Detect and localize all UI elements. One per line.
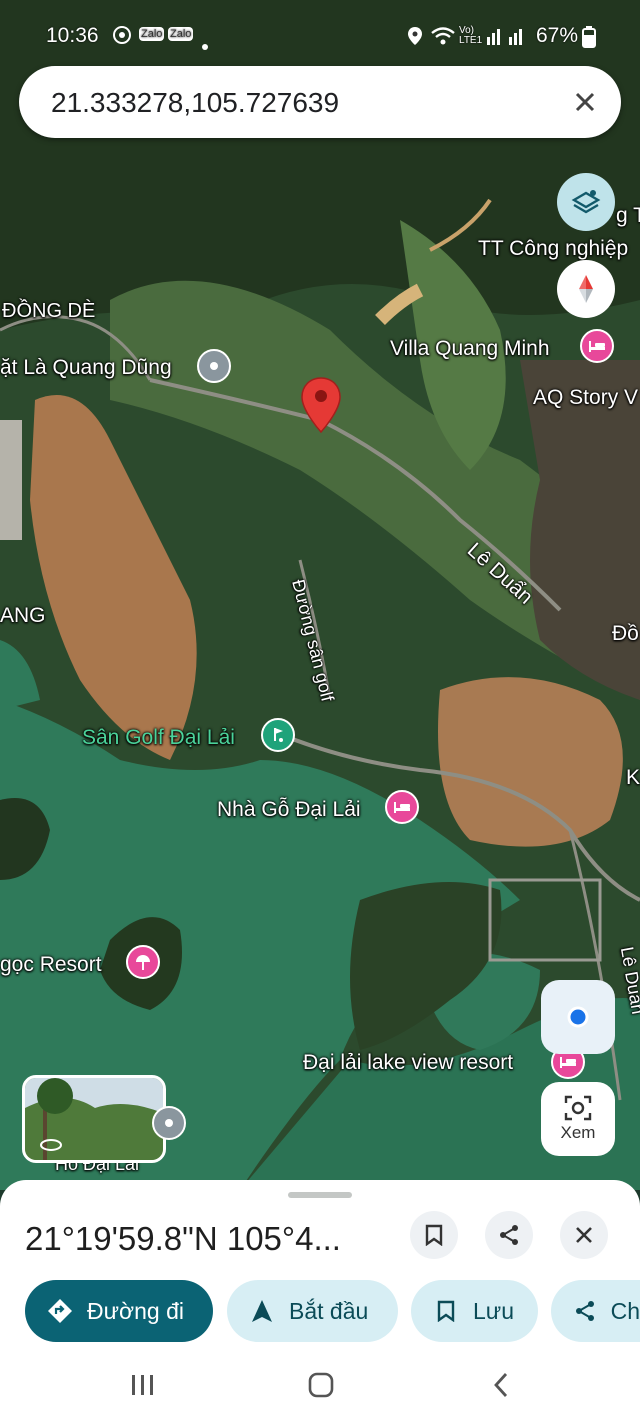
my-location-icon <box>567 1006 589 1028</box>
beach-umbrella-icon[interactable] <box>126 945 160 979</box>
compass-button[interactable] <box>557 260 615 318</box>
map-label-lake-view: Đại lải lake view resort <box>303 1051 514 1074</box>
share-icon <box>573 1298 597 1324</box>
zalo-icon: Zalo <box>139 27 165 41</box>
map-label-ang: ANG <box>0 604 46 627</box>
location-icon <box>407 26 423 52</box>
save-label: Lưu <box>473 1297 514 1324</box>
map-label-do-edge: Đồ <box>612 622 639 645</box>
battery-percent: 67% <box>536 24 579 47</box>
dot-icon <box>202 32 208 56</box>
start-label: Bắt đầu <box>289 1297 369 1324</box>
compass-icon <box>579 275 593 303</box>
recents-icon[interactable] <box>130 1373 156 1402</box>
save-icon-button[interactable] <box>410 1211 458 1259</box>
share-button[interactable]: Ch <box>551 1280 640 1342</box>
directions-label: Đường đi <box>87 1297 184 1324</box>
search-input[interactable] <box>49 80 553 126</box>
hotel-icon[interactable] <box>580 329 614 363</box>
map-label-g-ty: g Ty <box>616 204 640 227</box>
save-button[interactable]: Lưu <box>411 1280 538 1342</box>
map-label-dong-de: ĐỒNG DÈ <box>2 300 96 322</box>
map-label-aq-story: AQ Story V <box>533 386 639 409</box>
street-view-pin-icon <box>152 1106 186 1140</box>
status-bar: 10:36 Zalo Zalo Vo) LTE1 67% <box>0 0 640 70</box>
map-label-nha-go: Nhà Gỗ Đại Lải <box>217 798 361 821</box>
drag-handle[interactable] <box>288 1192 352 1198</box>
poi-pin-icon[interactable] <box>197 349 231 383</box>
home-icon[interactable] <box>308 1372 334 1403</box>
map-label-san-golf: Sân Golf Đại Lải <box>82 726 235 749</box>
map-label-ngoc-resort: gọc Resort <box>0 953 102 976</box>
close-sheet-button[interactable] <box>560 1211 608 1259</box>
my-location-button[interactable] <box>541 980 615 1054</box>
search-bar[interactable] <box>19 66 621 138</box>
share-icon <box>500 1225 518 1245</box>
map-label-villa-quang-minh: Villa Quang Minh <box>390 337 550 360</box>
dropped-pin-icon[interactable] <box>300 376 342 434</box>
close-icon <box>576 1227 592 1243</box>
chrome-icon <box>113 26 131 50</box>
view-button[interactable]: Xem <box>541 1082 615 1156</box>
close-icon[interactable] <box>563 80 607 124</box>
status-time: 10:36 <box>46 24 99 47</box>
coordinates-title: 21°19'59.8"N 105°4... <box>25 1220 341 1257</box>
layers-icon <box>571 190 601 214</box>
share-label: Ch <box>610 1297 640 1324</box>
start-button[interactable]: Bắt đầu <box>227 1280 398 1342</box>
hotel-icon[interactable] <box>385 790 419 824</box>
zalo-icon: Zalo <box>168 27 194 41</box>
bookmark-icon <box>433 1298 459 1324</box>
directions-icon <box>47 1298 73 1324</box>
wifi-icon <box>431 27 455 51</box>
lens-icon <box>564 1095 592 1121</box>
map-label-tt-cong-nghiep: TT Công nghiệp <box>478 237 629 260</box>
network-label: Vo) LTE1 <box>459 25 483 46</box>
signal-icon <box>487 27 531 51</box>
directions-button[interactable]: Đường đi <box>25 1280 213 1342</box>
layers-button[interactable] <box>557 173 615 231</box>
battery-icon <box>582 26 596 54</box>
share-icon-button[interactable] <box>485 1211 533 1259</box>
rotate-360-icon <box>39 1136 63 1157</box>
back-icon[interactable] <box>492 1372 510 1403</box>
golf-icon[interactable] <box>261 718 295 752</box>
view-label: Xem <box>560 1123 596 1142</box>
navigation-icon <box>249 1298 275 1324</box>
bookmark-icon <box>425 1224 443 1246</box>
map-label-k-edge: K <box>626 766 640 789</box>
map-label-quang-dung: ặt Là Quang Dũng <box>0 356 172 379</box>
street-view-thumbnail[interactable] <box>22 1075 166 1163</box>
